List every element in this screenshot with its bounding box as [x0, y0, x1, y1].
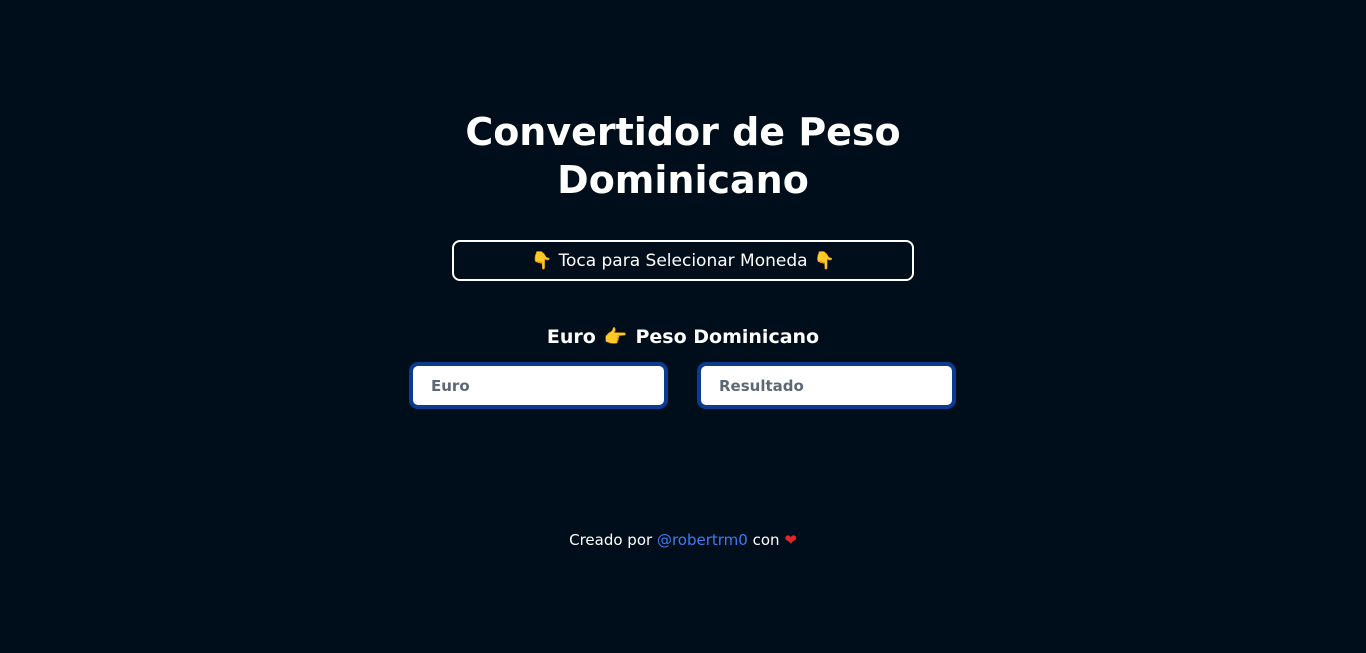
page: Convertidor de Peso Dominicano 👇 Toca pa… [0, 0, 1366, 653]
euro-input[interactable] [409, 362, 668, 409]
conversion-label: Euro 👉 Peso Dominicano [0, 325, 1366, 349]
select-currency-button[interactable]: 👇 Toca para Selecionar Moneda 👇 [452, 240, 914, 281]
select-currency-label: Toca para Selecionar Moneda [558, 250, 808, 271]
footer: Creado por @robertrm0 con ❤ [0, 531, 1366, 549]
conversion-to: Peso Dominicano [635, 325, 820, 348]
pointing-down-hand-icon: 👇 [813, 250, 835, 271]
heart-icon: ❤ [784, 531, 797, 549]
conversion-from: Euro [546, 325, 596, 348]
pointing-down-hand-icon: 👇 [531, 250, 553, 271]
page-title: Convertidor de Peso Dominicano [465, 110, 901, 202]
result-input[interactable] [697, 362, 956, 409]
footer-prefix: Creado por [569, 531, 653, 549]
author-link[interactable]: @robertrm0 [657, 531, 748, 549]
pointing-right-hand-icon: 👉 [603, 326, 628, 348]
footer-suffix: con [752, 531, 780, 549]
